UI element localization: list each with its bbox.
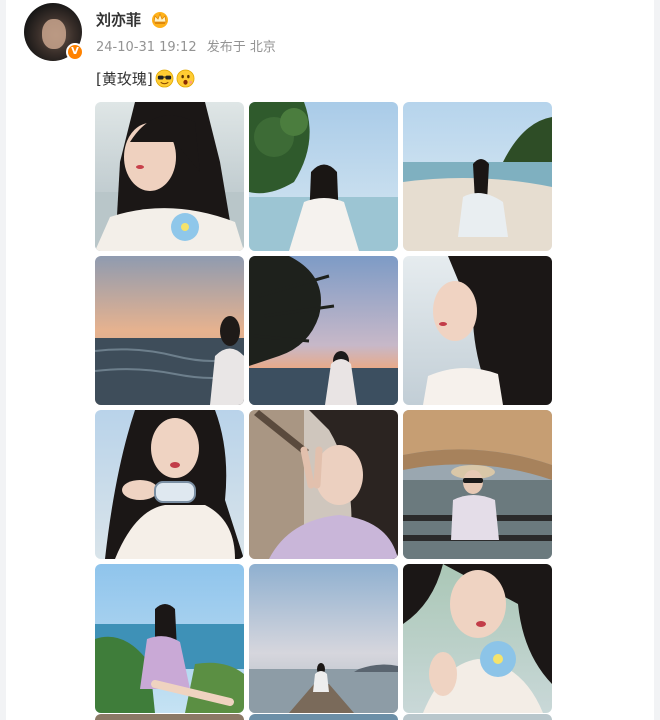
photo-8[interactable] bbox=[249, 410, 398, 559]
photo-11[interactable] bbox=[249, 564, 398, 713]
post-date[interactable]: 24-10-31 19:12 bbox=[96, 40, 197, 55]
post-text-content: [黄玫瑰] bbox=[96, 70, 153, 88]
photo-7[interactable] bbox=[95, 410, 244, 559]
photo-grid bbox=[95, 102, 552, 713]
left-margin bbox=[0, 0, 6, 720]
surprised-emoji-icon bbox=[176, 69, 195, 88]
photo-4[interactable] bbox=[95, 256, 244, 405]
next-row-peek bbox=[95, 714, 552, 720]
photo-6[interactable] bbox=[403, 256, 552, 405]
right-margin bbox=[654, 0, 660, 720]
photo-2[interactable] bbox=[249, 102, 398, 251]
author-name[interactable]: 刘亦菲 bbox=[96, 9, 141, 30]
photo-3[interactable] bbox=[403, 102, 552, 251]
post-source: 发布于 北京 bbox=[206, 40, 276, 55]
photo-1[interactable] bbox=[95, 102, 244, 251]
post-text: [黄玫瑰] bbox=[96, 68, 195, 89]
sunglasses-emoji-icon bbox=[155, 69, 174, 88]
photo-12[interactable] bbox=[403, 564, 552, 713]
photo-10[interactable] bbox=[95, 564, 244, 713]
photo-9[interactable] bbox=[403, 410, 552, 559]
post-meta: 24-10-31 19:12 发布于 北京 bbox=[96, 36, 282, 55]
crown-icon bbox=[152, 12, 168, 28]
verified-badge-icon: V bbox=[66, 43, 84, 61]
photo-5[interactable] bbox=[249, 256, 398, 405]
